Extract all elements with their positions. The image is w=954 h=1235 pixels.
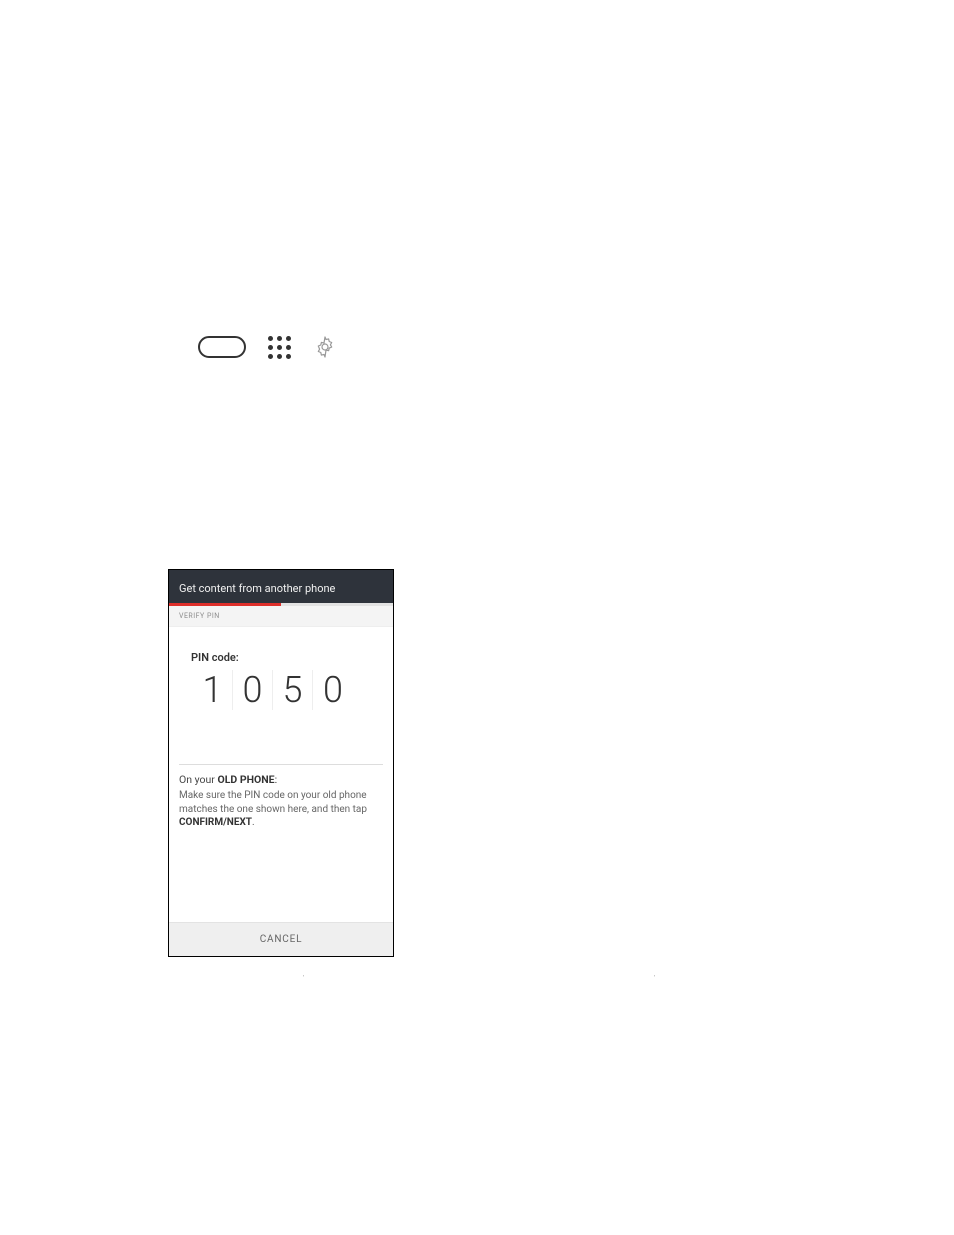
- pin-digit-3: 5: [273, 670, 313, 710]
- tick-mark: ': [654, 975, 655, 982]
- phone-screenshot: Get content from another phone VERIFY PI…: [168, 569, 394, 957]
- gear-icon: [313, 335, 337, 359]
- pin-digit-1: 1: [193, 670, 233, 710]
- step-label: VERIFY PIN: [169, 606, 393, 627]
- tick-mark: ': [303, 975, 304, 982]
- pin-digit-2: 0: [233, 670, 273, 710]
- pin-code-label: PIN code:: [191, 651, 371, 664]
- pill-icon: [198, 336, 246, 358]
- grid-dots-icon: [268, 336, 291, 359]
- screen-title: Get content from another phone: [169, 576, 393, 603]
- pin-digits: 1 0 5 0: [191, 670, 371, 710]
- pin-digit-4: 0: [313, 670, 353, 710]
- divider: [179, 764, 383, 765]
- content-area: PIN code: 1 0 5 0 On your OLD PHONE: Mak…: [169, 627, 393, 922]
- instructions-text: On your OLD PHONE: Make sure the PIN cod…: [179, 773, 383, 842]
- cancel-button[interactable]: CANCEL: [169, 922, 393, 956]
- icon-row: [198, 335, 337, 359]
